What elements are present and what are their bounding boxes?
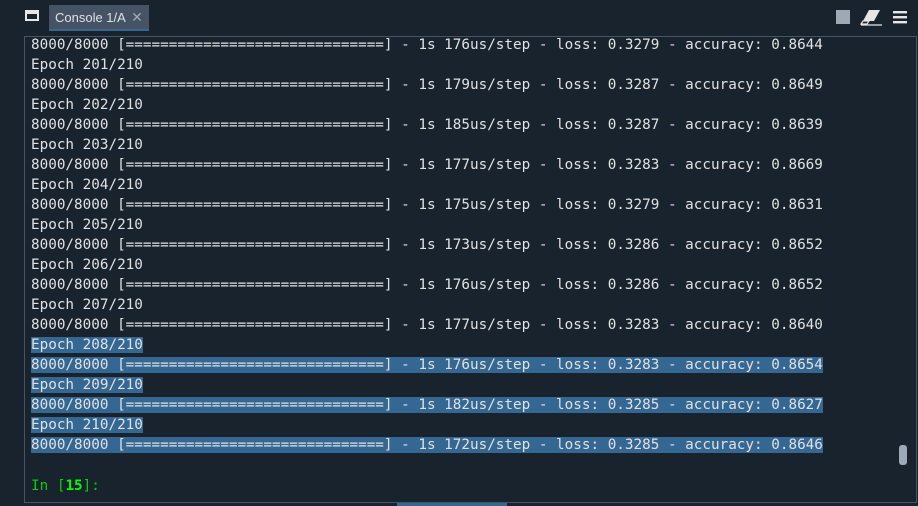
console-line-text: 8000/8000 [=============================… xyxy=(31,317,823,333)
console-line-text: 8000/8000 [=============================… xyxy=(31,237,823,253)
console-line: 8000/8000 [=============================… xyxy=(31,315,823,335)
console-line-text: 8000/8000 [=============================… xyxy=(31,357,823,373)
tab-label: Console 1/A xyxy=(55,10,126,25)
console-line: 8000/8000 [=============================… xyxy=(31,75,823,95)
tab-console[interactable]: Console 1/A ✕ xyxy=(49,5,149,31)
console-line-text: 8000/8000 [=============================… xyxy=(31,437,823,453)
console-line: 8000/8000 [=============================… xyxy=(31,435,823,455)
console-line-text: 8000/8000 [=============================… xyxy=(31,277,823,293)
console-line: Epoch 209/210 xyxy=(31,375,823,395)
console-line: 8000/8000 [=============================… xyxy=(31,395,823,415)
console-line-text: Epoch 209/210 xyxy=(31,377,143,393)
console-line: 8000/8000 [=============================… xyxy=(31,235,823,255)
console-line: 8000/8000 [=============================… xyxy=(31,355,823,375)
close-icon[interactable]: ✕ xyxy=(129,9,145,25)
menu-icon[interactable] xyxy=(892,9,908,25)
console-line: 8000/8000 [=============================… xyxy=(31,155,823,175)
console-line-text: 8000/8000 [=============================… xyxy=(31,397,823,413)
prompt-suffix: ]: xyxy=(82,478,100,494)
console-line: 8000/8000 [=============================… xyxy=(31,195,823,215)
scroll-thumb[interactable] xyxy=(899,445,907,465)
vertical-scrollbar[interactable] xyxy=(895,39,907,465)
console-line: Epoch 208/210 xyxy=(31,335,823,355)
window-icon[interactable] xyxy=(25,10,39,21)
console-line-text: 8000/8000 [=============================… xyxy=(31,197,823,213)
console-line-text: 8000/8000 [=============================… xyxy=(31,117,823,133)
console-line: Epoch 210/210 xyxy=(31,415,823,435)
input-prompt[interactable]: In [15]: xyxy=(31,476,100,496)
console-line-text: Epoch 204/210 xyxy=(31,177,143,193)
eraser-icon[interactable] xyxy=(859,8,884,26)
console-line: 8000/8000 [=============================… xyxy=(31,275,823,295)
console-line-text: Epoch 206/210 xyxy=(31,257,143,273)
console-line: Epoch 203/210 xyxy=(31,135,823,155)
console-line-text: Epoch 210/210 xyxy=(31,417,143,433)
tab-bar: Console 1/A ✕ xyxy=(0,0,918,35)
console-line-text: Epoch 203/210 xyxy=(31,137,143,153)
prompt-number: 15 xyxy=(65,478,83,494)
console-line-text: Epoch 205/210 xyxy=(31,217,143,233)
prompt-prefix: In [ xyxy=(31,478,66,494)
console-line: Epoch 204/210 xyxy=(31,175,823,195)
console-line: Epoch 202/210 xyxy=(31,95,823,115)
console-line-text: Epoch 207/210 xyxy=(31,297,143,313)
console-line-text: 8000/8000 [=============================… xyxy=(31,37,823,53)
stop-icon[interactable] xyxy=(836,10,850,24)
console-line-text: Epoch 201/210 xyxy=(31,57,143,73)
console-line-text: Epoch 208/210 xyxy=(31,337,143,353)
console-output[interactable]: 8000/8000 [=============================… xyxy=(31,35,823,455)
console-line: Epoch 201/210 xyxy=(31,55,823,75)
console-line: Epoch 207/210 xyxy=(31,295,823,315)
console-line: 8000/8000 [=============================… xyxy=(31,115,823,135)
console-line-text: 8000/8000 [=============================… xyxy=(31,77,823,93)
console-line: 8000/8000 [=============================… xyxy=(31,35,823,55)
console-line-text: Epoch 202/210 xyxy=(31,97,143,113)
console-panel[interactable]: 8000/8000 [=============================… xyxy=(24,36,917,503)
console-line: Epoch 205/210 xyxy=(31,215,823,235)
console-line-text: 8000/8000 [=============================… xyxy=(31,157,823,173)
console-line: Epoch 206/210 xyxy=(31,255,823,275)
